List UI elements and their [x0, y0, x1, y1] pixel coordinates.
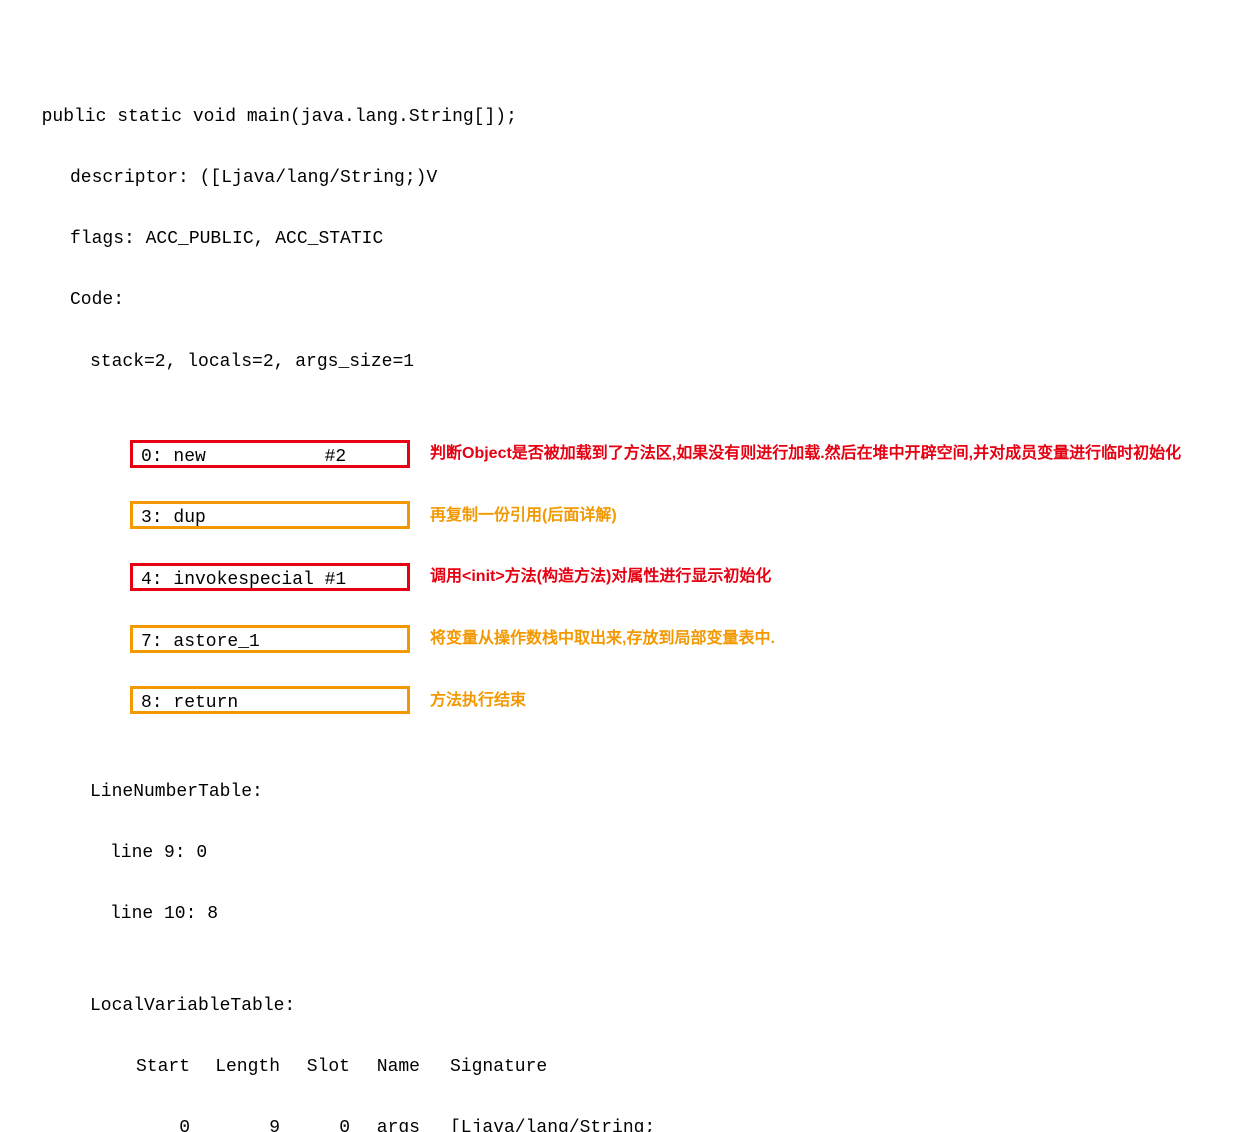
- bytecode-instruction: 3: dup: [130, 501, 410, 529]
- line-number-table-label: LineNumberTable:: [20, 777, 1217, 808]
- annotation-text: 再复制一份引用(后面详解): [430, 502, 617, 529]
- method-signature: public static void main(java.lang.String…: [20, 102, 1217, 133]
- descriptor-line: descriptor: ([Ljava/lang/String;)V: [20, 163, 1217, 194]
- col-slot-value: 0: [280, 1113, 350, 1132]
- local-var-table-label: LocalVariableTable:: [20, 991, 1217, 1022]
- col-sig-value: [Ljava/lang/String;: [420, 1113, 655, 1132]
- bytecode-row: 3: dup 再复制一份引用(后面详解): [20, 500, 1217, 531]
- bytecode-row: 4: invokespecial #1 调用<init>方法(构造方法)对属性进…: [20, 562, 1217, 593]
- col-name-header: Name: [350, 1052, 420, 1083]
- col-name-value: args: [350, 1113, 420, 1132]
- bytecode-instruction: 4: invokespecial #1: [130, 563, 410, 591]
- col-length-value: 9: [190, 1113, 280, 1132]
- annotation-text: 调用<init>方法(构造方法)对属性进行显示初始化: [430, 563, 771, 590]
- col-length-header: Length: [190, 1052, 280, 1083]
- col-start-value: 0: [110, 1113, 190, 1132]
- line-number-entry: line 9: 0: [20, 838, 1217, 869]
- local-var-row: 090args[Ljava/lang/String;: [20, 1113, 1217, 1132]
- bytecode-row: 0: new #2 判断Object是否被加载到了方法区,如果没有则进行加载.然…: [20, 438, 1217, 469]
- col-slot-header: Slot: [280, 1052, 350, 1083]
- bytecode-instruction: 8: return: [130, 686, 410, 714]
- bytecode-row: 8: return 方法执行结束: [20, 685, 1217, 716]
- bytecode-instruction: 7: astore_1: [130, 625, 410, 653]
- annotation-text: 方法执行结束: [430, 687, 526, 714]
- annotation-text: 判断Object是否被加载到了方法区,如果没有则进行加载.然后在堆中开辟空间,并…: [430, 440, 1181, 467]
- code-label: Code:: [20, 285, 1217, 316]
- bytecode-instruction: 0: new #2: [130, 440, 410, 468]
- stack-info: stack=2, locals=2, args_size=1: [20, 347, 1217, 378]
- flags-line: flags: ACC_PUBLIC, ACC_STATIC: [20, 224, 1217, 255]
- col-start-header: Start: [110, 1052, 190, 1083]
- annotation-text: 将变量从操作数栈中取出来,存放到局部变量表中.: [430, 625, 775, 652]
- col-sig-header: Signature: [420, 1052, 547, 1083]
- line-number-entry: line 10: 8: [20, 899, 1217, 930]
- local-var-header: StartLengthSlotNameSignature: [20, 1052, 1217, 1083]
- bytecode-row: 7: astore_1 将变量从操作数栈中取出来,存放到局部变量表中.: [20, 623, 1217, 654]
